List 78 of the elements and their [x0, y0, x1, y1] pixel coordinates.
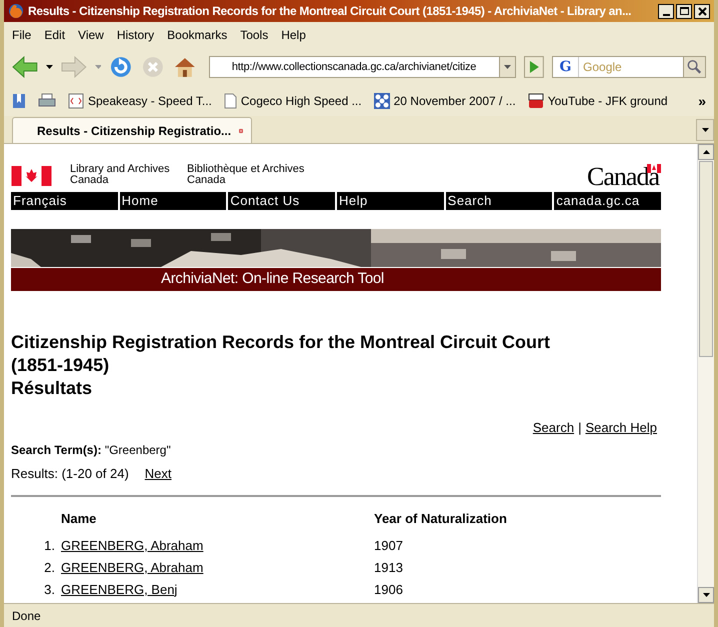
search-term-label: Search Term(s): [11, 442, 102, 456]
home-icon[interactable] [173, 55, 197, 79]
page-subheading: Résultats [11, 377, 94, 400]
menu-item[interactable]: View [78, 26, 104, 44]
search-engine-button[interactable]: G [553, 57, 580, 77]
printer-icon[interactable] [38, 93, 56, 109]
nav-link[interactable]: Search Help [585, 418, 657, 438]
tv-icon [528, 93, 544, 109]
search-term: "Greenberg" [104, 442, 171, 456]
browser-tab[interactable]: Results - Citizenship Registratio... [12, 117, 252, 143]
dropdown-icon [702, 128, 708, 132]
scroll-thumb[interactable] [699, 161, 713, 357]
record-link[interactable]: GREENBERG, Benj [61, 582, 178, 597]
menu-item[interactable]: Bookmarks [167, 26, 228, 44]
minimize-button[interactable] [658, 4, 674, 18]
record-link[interactable]: GREENBERG, Abraham [61, 560, 204, 575]
page-heading: Citizenship Registration Records for the Montreal Circuit Court (1851-1945) [11, 331, 552, 377]
maximize-button[interactable] [676, 4, 692, 18]
nav-link[interactable]: Help [336, 192, 444, 210]
search-input[interactable]: Google [579, 58, 684, 76]
banner-title: ArchiviaNet: On-line Research Tool [161, 269, 384, 290]
down-arrow-icon [702, 593, 710, 597]
nav-link[interactable]: Français [11, 192, 118, 210]
page-icon [224, 93, 237, 109]
row-number: 2. [44, 560, 55, 575]
more-bookmarks-button[interactable]: » [698, 90, 706, 112]
menu-item[interactable]: Tools [240, 26, 268, 44]
scrollbar[interactable] [697, 144, 714, 603]
firefox-icon [8, 3, 24, 19]
menu-item[interactable]: Edit [44, 26, 66, 44]
back-arrow-icon[interactable] [12, 56, 38, 78]
close-button[interactable] [694, 4, 710, 18]
code-page-icon [68, 93, 84, 109]
nav-link[interactable]: Search [446, 192, 552, 210]
canada-wordmark: Canada [587, 164, 661, 190]
dropdown-icon[interactable] [46, 65, 53, 69]
bookmark-link[interactable]: Cogeco High Speed ... [240, 92, 362, 110]
go-icon[interactable] [524, 56, 544, 78]
scroll-down-button[interactable] [698, 587, 714, 603]
search-icon[interactable] [683, 57, 706, 77]
tab-list-dropdown[interactable] [696, 119, 714, 141]
menu-item[interactable]: History [116, 26, 154, 44]
row-number: 1. [44, 538, 55, 553]
dropdown-icon [94, 65, 102, 69]
agency-name: Bibliothèque et Archives Canada [187, 164, 304, 186]
stop-icon [141, 55, 166, 79]
bookmark-icon[interactable] [12, 93, 26, 109]
row-number: 3. [44, 582, 55, 597]
table-cell: 1906 [374, 582, 403, 597]
column-header: Year of Naturalization [374, 510, 508, 528]
status-text: Done [12, 608, 41, 624]
table-cell: 1907 [374, 538, 403, 553]
nav-link[interactable]: Contact Us [228, 192, 335, 210]
window-title: Results - Citizenship Registration Records for the Montreal Circuit Court (1851-1945) - ArchiviaNet - Library an... [28, 3, 632, 20]
nav-link[interactable]: Search [532, 418, 574, 438]
pattern-icon [374, 93, 390, 109]
menu-item[interactable]: File [12, 26, 32, 44]
agency-name: Library and Archives Canada [70, 164, 171, 186]
bookmark-link[interactable]: 20 November 2007 / ... [394, 92, 516, 110]
column-header: Name [61, 509, 374, 534]
address-field[interactable]: http://www.collectionscanada.gc.ca/archivianet/citize [208, 56, 516, 78]
reload-icon[interactable] [109, 55, 134, 79]
close-icon [698, 6, 706, 16]
search-field[interactable]: G Google [552, 56, 706, 78]
bookmark-link[interactable]: YouTube - JFK ground [548, 92, 668, 110]
canadian-flag-icon [11, 166, 52, 186]
results-count: Results: (1-20 of 24) [11, 464, 129, 483]
nav-link[interactable]: canada.gc.ca [554, 192, 661, 210]
menu-item[interactable]: Help [281, 26, 306, 44]
nav-link[interactable]: Home [120, 192, 226, 210]
scroll-up-button[interactable] [698, 144, 714, 160]
up-arrow-icon [702, 150, 710, 154]
forward-arrow-icon [60, 56, 86, 78]
record-link[interactable]: GREENBERG, Abraham [61, 538, 204, 553]
table-cell: 1913 [374, 560, 403, 575]
next-link[interactable]: Next [144, 464, 172, 483]
bookmark-link[interactable]: Speakeasy - Speed T... [88, 92, 212, 110]
link-separator: | [578, 419, 582, 437]
